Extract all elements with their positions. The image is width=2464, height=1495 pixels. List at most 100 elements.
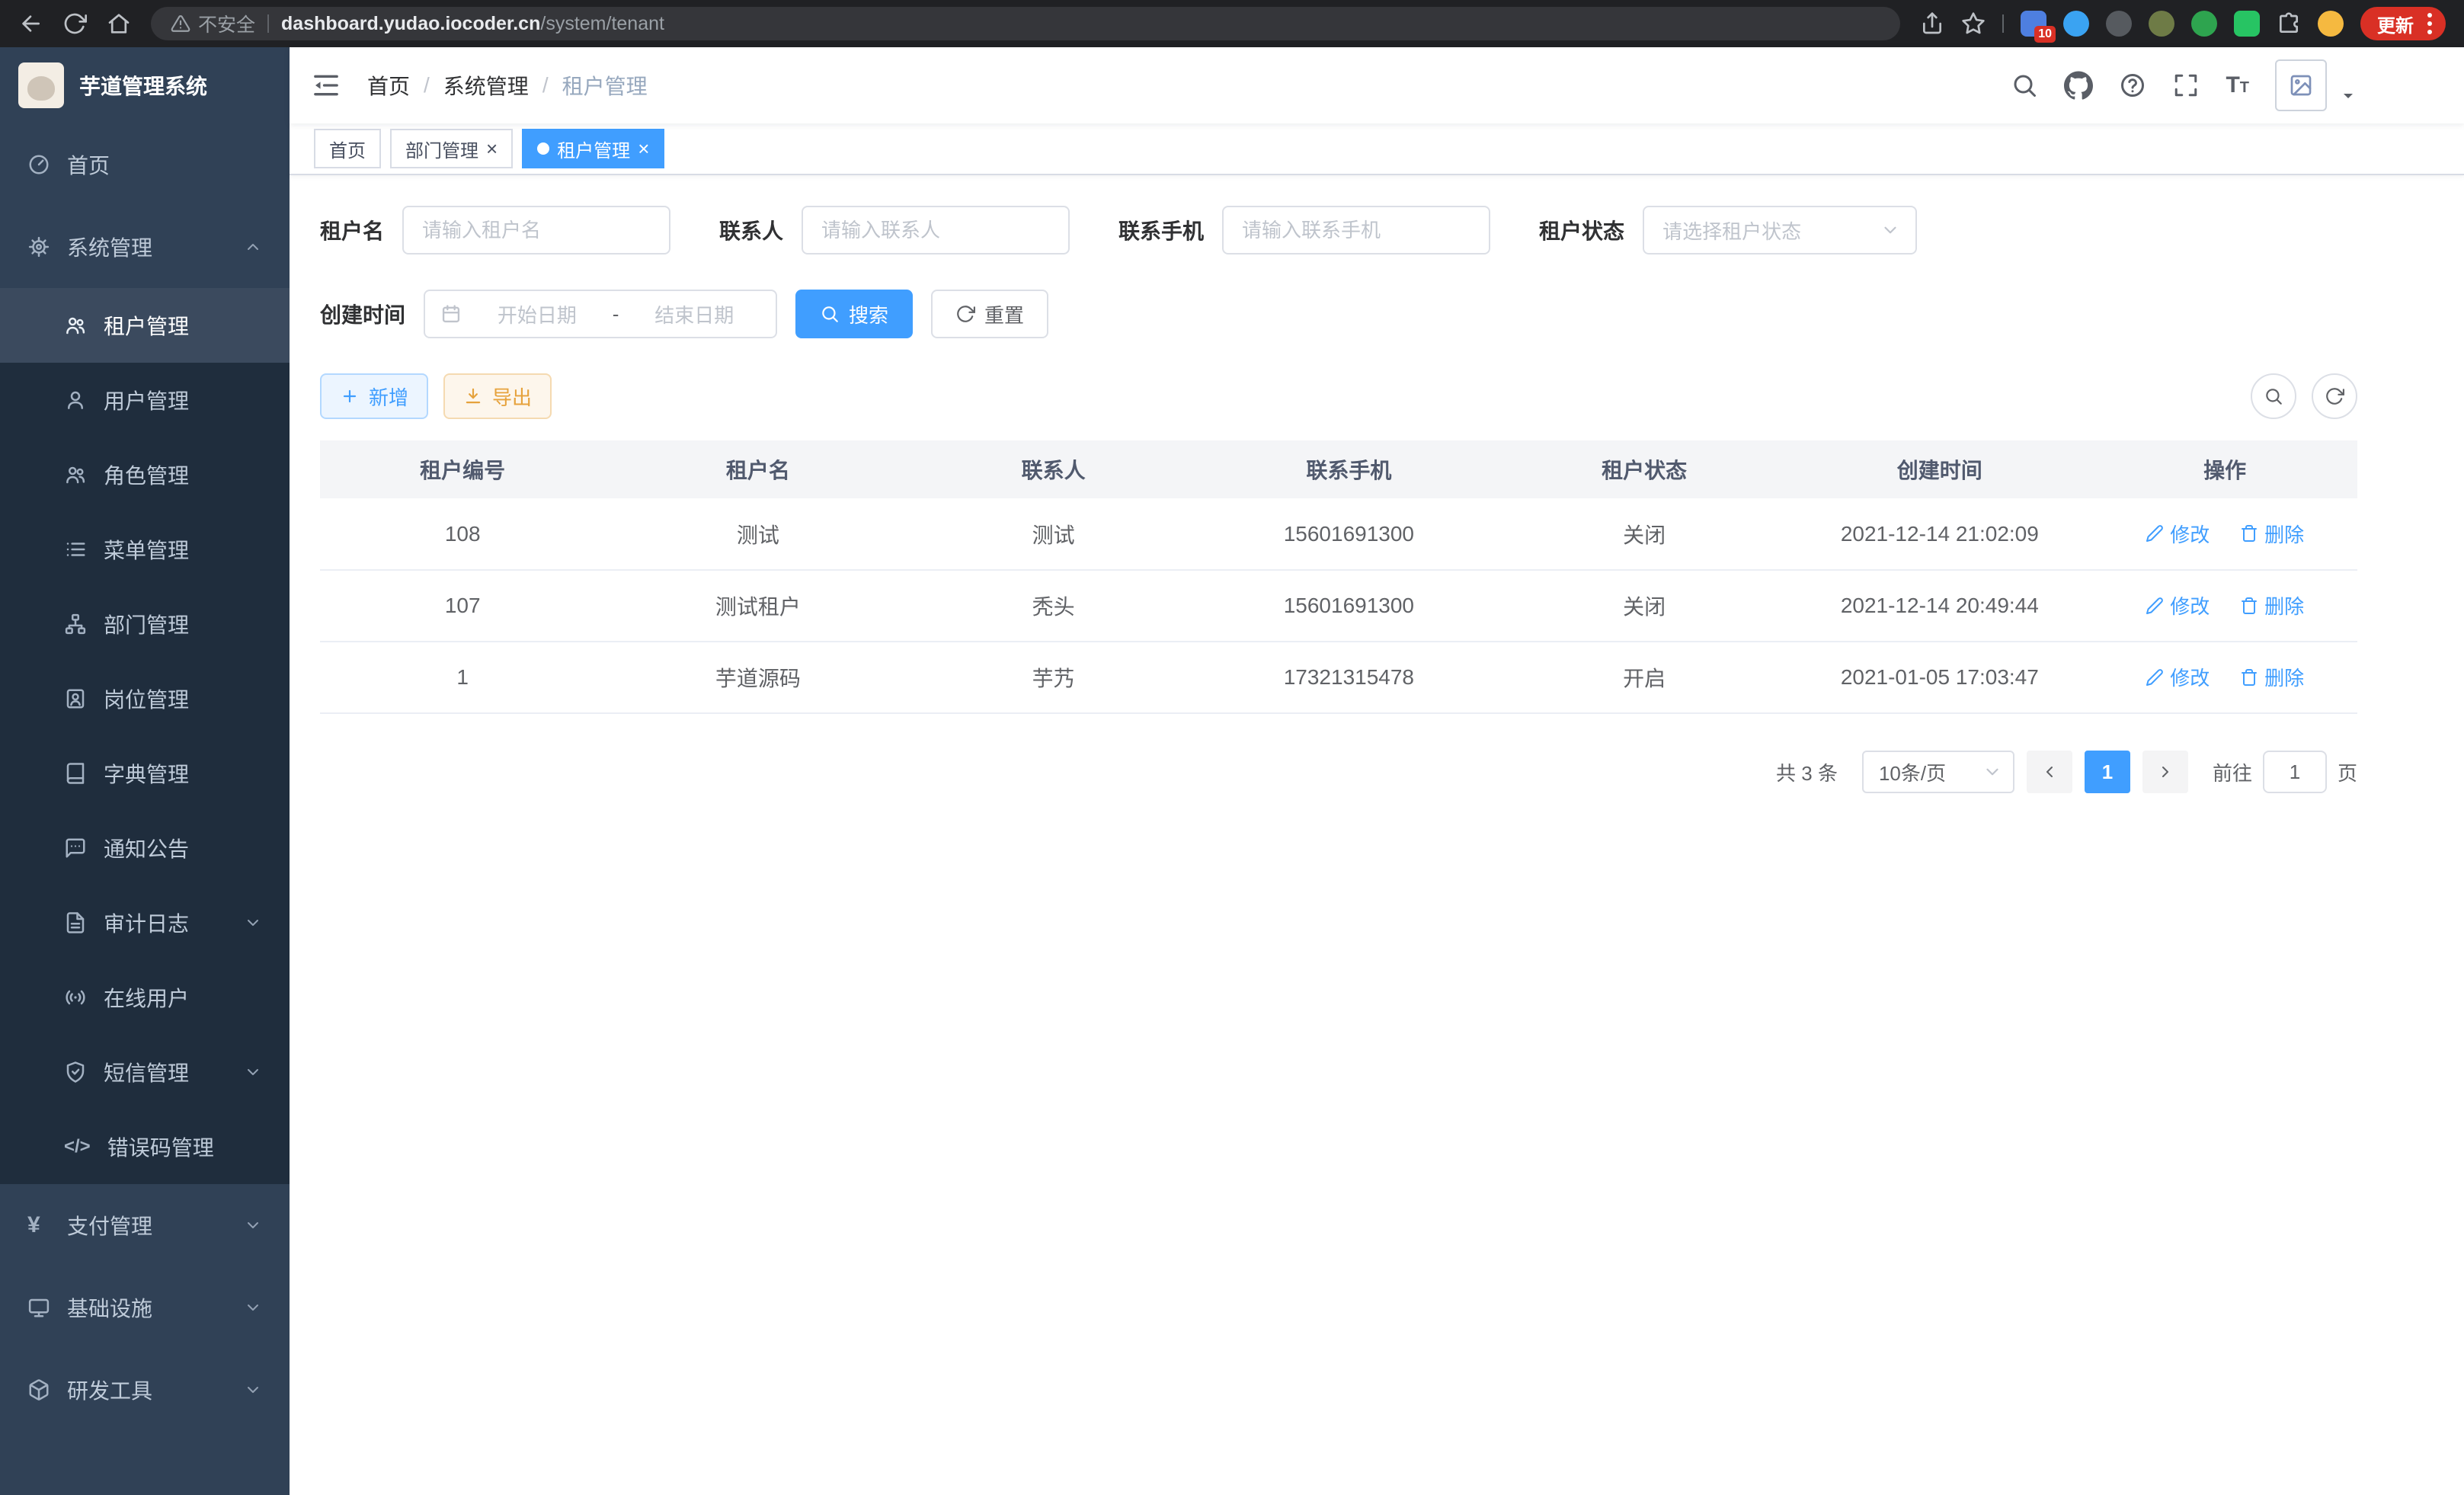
browser-profile-avatar[interactable]: [2318, 11, 2344, 37]
help-icon[interactable]: [2119, 72, 2146, 99]
sidebar-item-error-code[interactable]: </> 错误码管理: [0, 1109, 290, 1184]
trash-icon: [2240, 668, 2258, 687]
font-size-icon[interactable]: TT: [2226, 72, 2249, 98]
search-button[interactable]: 搜索: [795, 290, 913, 338]
page-button-1[interactable]: 1: [2085, 751, 2130, 793]
extension-icon-3[interactable]: [2106, 11, 2132, 37]
chevron-down-icon: [244, 914, 262, 932]
toolbar-divider: [2002, 14, 2004, 33]
refresh-table-button[interactable]: [2312, 373, 2357, 419]
update-button[interactable]: 更新: [2360, 7, 2446, 40]
caret-down-icon[interactable]: [2339, 87, 2357, 111]
extensions-puzzle-icon[interactable]: [2277, 11, 2301, 36]
sidebar-item-role[interactable]: 角色管理: [0, 437, 290, 512]
delete-button[interactable]: 删除: [2240, 520, 2304, 548]
sidebar-item-menu[interactable]: 菜单管理: [0, 512, 290, 587]
sidebar-item-notice[interactable]: 通知公告: [0, 811, 290, 885]
edit-button[interactable]: 修改: [2146, 591, 2210, 619]
toggle-search-button[interactable]: [2251, 373, 2296, 419]
pagination: 共 3 条 10条/页 1 前往 页: [320, 751, 2357, 793]
sidebar-item-label: 岗位管理: [104, 683, 189, 714]
box-icon: [27, 1378, 50, 1401]
home-icon[interactable]: [107, 11, 131, 36]
edit-button[interactable]: 修改: [2146, 663, 2210, 691]
breadcrumb-system[interactable]: 系统管理: [443, 70, 529, 101]
close-icon[interactable]: ×: [638, 139, 649, 158]
address-bar[interactable]: 不安全 dashboard.yudao.iocoder.cn/system/te…: [151, 7, 1900, 40]
extension-icon-2[interactable]: [2063, 11, 2089, 37]
add-button[interactable]: 新增: [320, 373, 428, 419]
next-page-button[interactable]: [2142, 751, 2188, 793]
search-icon: [820, 304, 840, 324]
tenant-name-input[interactable]: [402, 206, 670, 255]
users-icon: [64, 314, 87, 337]
page-size-select[interactable]: 10条/页: [1862, 751, 2014, 793]
sidebar-item-dict[interactable]: 字典管理: [0, 736, 290, 811]
status-select[interactable]: 请选择租户状态: [1643, 206, 1917, 255]
extension-icon-5[interactable]: [2191, 11, 2217, 37]
sidebar-item-dept[interactable]: 部门管理: [0, 587, 290, 661]
prev-page-button[interactable]: [2027, 751, 2072, 793]
sidebar-item-audit-log[interactable]: 审计日志: [0, 885, 290, 960]
share-icon[interactable]: [1920, 11, 1944, 36]
sidebar-item-system[interactable]: 系统管理: [0, 206, 290, 288]
avatar[interactable]: [2275, 59, 2327, 111]
book-icon: [64, 762, 87, 785]
browser-menu-icon[interactable]: [2421, 13, 2438, 34]
breadcrumb-home[interactable]: 首页: [367, 70, 410, 101]
security-chip[interactable]: 不安全: [171, 10, 255, 37]
sidebar-item-devtools[interactable]: 研发工具: [0, 1349, 290, 1431]
breadcrumb-current: 租户管理: [562, 70, 648, 101]
extension-icon-1[interactable]: 10: [2021, 11, 2046, 37]
delete-label: 删除: [2264, 663, 2304, 691]
edit-button[interactable]: 修改: [2146, 520, 2210, 548]
delete-label: 删除: [2264, 591, 2304, 619]
delete-button[interactable]: 删除: [2240, 591, 2304, 619]
contact-label: 联系人: [719, 215, 783, 245]
breadcrumb-separator: /: [542, 73, 549, 98]
filter-contact: 联系人: [719, 206, 1070, 255]
signal-icon: [64, 986, 87, 1009]
tab-dept[interactable]: 部门管理 ×: [390, 129, 513, 168]
sidebar-item-online-users[interactable]: 在线用户: [0, 960, 290, 1035]
col-status: 租户状态: [1502, 440, 1787, 498]
sidebar-item-sms[interactable]: 短信管理: [0, 1035, 290, 1109]
sidebar-item-user[interactable]: 用户管理: [0, 363, 290, 437]
goto-page-input[interactable]: [2263, 751, 2327, 793]
reload-icon[interactable]: [62, 11, 87, 36]
sidebar-item-tenant[interactable]: 租户管理: [0, 288, 290, 363]
gear-icon: [27, 235, 50, 258]
export-button[interactable]: 导出: [443, 373, 552, 419]
bookmark-star-icon[interactable]: [1961, 11, 1986, 36]
sidebar-item-infra[interactable]: 基础设施: [0, 1266, 290, 1349]
search-button-label: 搜索: [849, 300, 888, 328]
tab-tenant[interactable]: 租户管理 ×: [522, 129, 664, 168]
goto-label: 前往: [2213, 758, 2252, 786]
reset-button[interactable]: 重置: [931, 290, 1048, 338]
logo[interactable]: 芋道管理系统: [0, 47, 290, 123]
chevron-down-icon: [244, 1381, 262, 1399]
cell-phone: 15601691300: [1196, 570, 1502, 642]
date-range-picker[interactable]: 开始日期 - 结束日期: [424, 290, 777, 338]
search-icon[interactable]: [2011, 72, 2038, 99]
refresh-icon: [955, 304, 975, 324]
cell-tenant-id: 107: [320, 570, 605, 642]
delete-button[interactable]: 删除: [2240, 663, 2304, 691]
close-icon[interactable]: ×: [486, 139, 498, 158]
back-icon[interactable]: [18, 11, 43, 36]
phone-input[interactable]: [1222, 206, 1490, 255]
cell-created: 2021-12-14 21:02:09: [1787, 498, 2092, 570]
contact-input[interactable]: [802, 206, 1070, 255]
tab-home[interactable]: 首页: [314, 129, 381, 168]
sidebar-item-payment[interactable]: ¥ 支付管理: [0, 1184, 290, 1266]
sidebar-item-home[interactable]: 首页: [0, 123, 290, 206]
extension-icon-4[interactable]: [2149, 11, 2174, 37]
sidebar-item-post[interactable]: 岗位管理: [0, 661, 290, 736]
extension-badge: 10: [2034, 26, 2056, 43]
sidebar-toggle-icon[interactable]: [311, 70, 341, 101]
github-icon[interactable]: [2064, 71, 2093, 100]
extension-icon-6[interactable]: [2234, 11, 2260, 37]
chevron-down-icon: [244, 1216, 262, 1234]
fullscreen-icon[interactable]: [2172, 72, 2200, 99]
cell-tenant-name: 测试: [605, 498, 910, 570]
